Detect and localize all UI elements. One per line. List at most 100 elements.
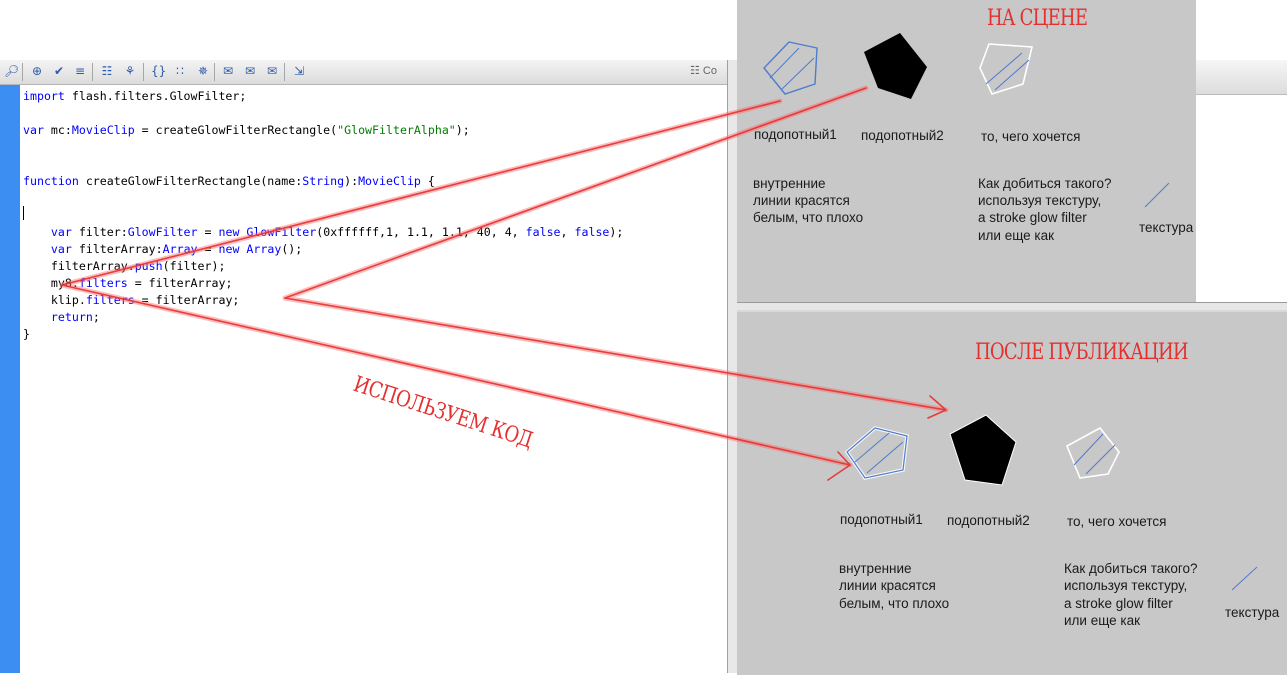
code-token: , [560, 225, 575, 239]
text-caret [23, 206, 24, 220]
note-left-line: белым, что плохо [839, 596, 950, 611]
code-token: new [218, 242, 240, 256]
code-line: my8.filters = filterArray; [23, 276, 233, 290]
code-token: (filter); [162, 259, 226, 273]
properties-panel [1196, 94, 1287, 305]
line-gutter [0, 85, 20, 673]
code-token: filters [78, 276, 128, 290]
code-line: function createGlowFilterRectangle(name:… [23, 174, 435, 188]
actions-toolbar: 🔎︎ ⊕ ✔ ≡ ☷ ⚘ {} ∷ ✵ ✉ ✉ ✉ ⇲ ☷ Co [0, 60, 727, 85]
code-token: (0xffffff,1, 1.1, 1.1, 40, 4, [316, 225, 526, 239]
note-left-line: внутренние [753, 176, 826, 191]
stage-panel-bottom: ПОСЛЕ ПУБЛИКАЦИИ подопотный1 подопотный2… [737, 310, 1287, 675]
check-syntax-icon[interactable]: ✔ [52, 64, 66, 78]
code-hint-icon[interactable]: ☷ [100, 64, 114, 78]
code-token: = filterArray; [134, 293, 240, 307]
wanted-label: то, чего хочется [981, 129, 1081, 144]
subject2-pentagon [864, 33, 927, 99]
note-right-line: a stroke glow filter [978, 210, 1087, 225]
code-token: = [197, 225, 219, 239]
code-line: return; [23, 310, 100, 324]
subject2-label: подопотный2 [861, 128, 944, 143]
code-token: filter: [71, 225, 128, 239]
code-token: { [420, 174, 435, 188]
note-right-line: Как добиться такого? [1064, 561, 1198, 576]
code-token: GlowFilter [246, 225, 317, 239]
toolbar-separator [22, 63, 23, 81]
note-right-line: a stroke glow filter [1064, 596, 1173, 611]
code-token: filterArray. [23, 259, 135, 273]
code-token: mc: [43, 123, 72, 137]
code-line: klip.filters = filterArray; [23, 293, 240, 307]
toolbar-separator [214, 63, 215, 81]
expand-icon[interactable]: ∷ [173, 64, 187, 78]
code-token: Array [162, 242, 198, 256]
code-token: klip. [23, 293, 86, 307]
comment-icon[interactable]: ✉ [221, 64, 235, 78]
code-token: filters [85, 293, 135, 307]
texture-sample [1144, 182, 1170, 208]
find-icon[interactable]: 🔎︎ [4, 64, 19, 78]
collapse-all-icon[interactable]: ✵ [196, 64, 210, 78]
code-token: import [23, 89, 65, 103]
texture-label: текстура [1225, 605, 1280, 620]
note-right-line: или еще как [978, 228, 1055, 243]
hatch-line [854, 432, 890, 463]
auto-format-icon[interactable]: ≡ [73, 64, 87, 78]
code-line: import flash.filters.GlowFilter; [23, 89, 246, 103]
shapes-canvas [844, 414, 1258, 591]
code-token: MovieClip [358, 174, 421, 188]
code-token: false [525, 225, 561, 239]
note-right-line: или еще как [1064, 613, 1141, 628]
code-token: MovieClip [71, 123, 135, 137]
hatch-line [1073, 433, 1104, 466]
shapes-canvas [763, 33, 1170, 208]
code-token: false [574, 225, 610, 239]
subject1-pentagon [763, 41, 818, 95]
collapse-icon[interactable]: {} [151, 64, 166, 78]
code-token: ; [92, 310, 100, 324]
code-token: = filterArray; [127, 276, 233, 290]
code-token: return [50, 310, 93, 324]
texture-label: текстура [1139, 220, 1194, 235]
target-icon[interactable]: ⊕ [30, 64, 44, 78]
snippets-icon: ☷ [690, 65, 703, 77]
code-token: } [23, 327, 30, 341]
note-right-line: используя текстуру, [978, 193, 1102, 208]
code-token: flash.filters.GlowFilter; [64, 89, 247, 103]
script-assist-icon[interactable]: ⇲ [292, 64, 306, 78]
code-token: Array [246, 242, 282, 256]
code-token: "GlowFilterAlpha" [337, 123, 456, 137]
note-right-line: используя текстуру, [1064, 578, 1188, 593]
code-token: var [23, 123, 44, 137]
code-token: GlowFilter [127, 225, 198, 239]
note-left-line: белым, что плохо [753, 210, 864, 225]
code-token: = [197, 242, 219, 256]
code-token: String [302, 174, 345, 188]
uncomment-icon[interactable]: ✉ [265, 64, 279, 78]
code-token: function [23, 174, 79, 188]
code-token: createGlowFilterRectangle(name: [78, 174, 303, 188]
subject2-label: подопотный2 [947, 513, 1030, 528]
code-line: var filter:GlowFilter = new GlowFilter(0… [23, 225, 623, 239]
code-line: var mc:MovieClip = createGlowFilterRecta… [23, 123, 470, 137]
code-line: var filterArray:Array = new Array(); [23, 242, 302, 256]
block-comment-icon[interactable]: ✉ [243, 64, 257, 78]
debug-icon[interactable]: ⚘ [123, 64, 137, 78]
hatch-line [780, 57, 815, 91]
code-token: var [50, 242, 72, 256]
code-token: ): [344, 174, 359, 188]
code-token: ); [455, 123, 470, 137]
code-token: filterArray: [71, 242, 163, 256]
code-line: filterArray.push(filter); [23, 259, 226, 273]
code-token: ); [609, 225, 624, 239]
code-line: } [23, 327, 30, 341]
code-snippets-button[interactable]: ☷ Co [690, 64, 717, 77]
hatch-line [994, 59, 1030, 91]
wanted-pentagon [979, 43, 1034, 95]
code-token: = createGlowFilterRectangle( [134, 123, 338, 137]
code-token: var [50, 225, 72, 239]
